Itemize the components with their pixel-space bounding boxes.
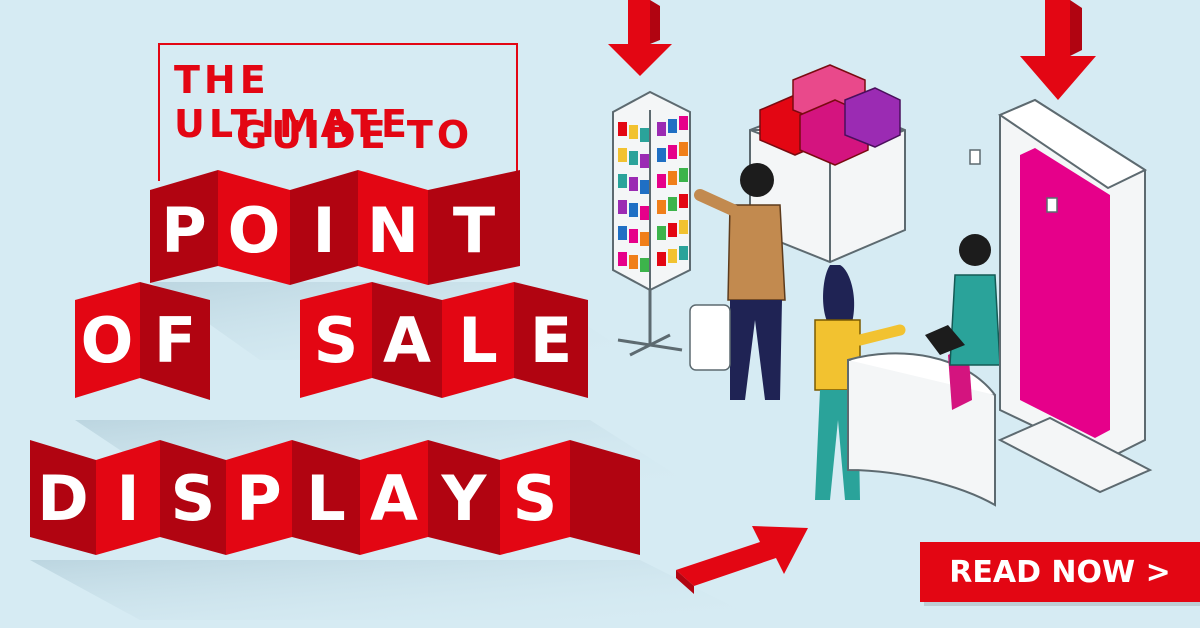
rack-book [640,232,649,246]
tile-letter: I [312,194,335,267]
rack-book [640,258,649,272]
rack-book [618,200,627,214]
rack-book [668,171,677,185]
rack-book [668,119,677,133]
rack-book [640,206,649,220]
rack-book [657,226,666,240]
arrow-top-left-icon [608,0,672,76]
rack-book [679,142,688,156]
rack-book [618,226,627,240]
rack-book [668,145,677,159]
rack-book [640,128,649,142]
tile-letter: S [513,462,558,535]
rack-book [668,249,677,263]
rack-book [629,203,638,217]
headline-tiles: POINTP O I N TOFO FSALE S A L EDISPLAYSD I S P L A Y S [30,0,1153,620]
arrow-top-right-icon [1020,0,1096,100]
rack-book [679,116,688,130]
tile-letter: P [161,194,206,267]
store-scene-illustration [612,64,1153,507]
tile-letter: O [81,304,134,377]
checkout-counter [847,345,996,507]
rack-book [640,154,649,168]
rack-book [618,148,627,162]
tile-letter: A [370,462,418,535]
rack-book [640,180,649,194]
tile-letter: D [37,462,88,535]
rack-book [657,148,666,162]
tile-letter: A [383,304,431,377]
rack-book [629,125,638,139]
promo-banner: THE ULTIMATE GUIDE TO P O I N T O F S A … [0,0,1200,628]
arrow-bottom-icon [676,526,808,594]
tile-letter: S [314,304,359,377]
banner-stand [969,98,1153,494]
tile-letter: T [453,194,495,267]
rack-book [679,168,688,182]
tile-letter: E [530,304,572,377]
rack-book [679,220,688,234]
rack-book [657,122,666,136]
rack-book [668,223,677,237]
tile-letter: P [236,462,281,535]
rack-book [629,255,638,269]
rack-book [618,122,627,136]
rack-book [657,252,666,266]
rack-book [679,194,688,208]
rack-book [629,177,638,191]
tile-letter: N [367,194,419,267]
rack-book [657,174,666,188]
tile-letter: F [154,304,196,377]
rack-book [679,246,688,260]
rack-book [618,174,627,188]
rack-book [668,197,677,211]
spinner-rack [612,90,691,357]
tile-letter: I [116,462,139,535]
rack-book [618,252,627,266]
tile-letter: S [171,462,216,535]
tile-letter: O [228,194,281,267]
rack-book [629,151,638,165]
tile-letter: Y [441,462,488,535]
tile-letter: L [458,304,498,377]
rack-book [657,200,666,214]
cashier [925,234,1001,366]
read-now-button[interactable]: READ NOW > [920,542,1200,602]
tile-letter: L [306,462,346,535]
rack-book [629,229,638,243]
